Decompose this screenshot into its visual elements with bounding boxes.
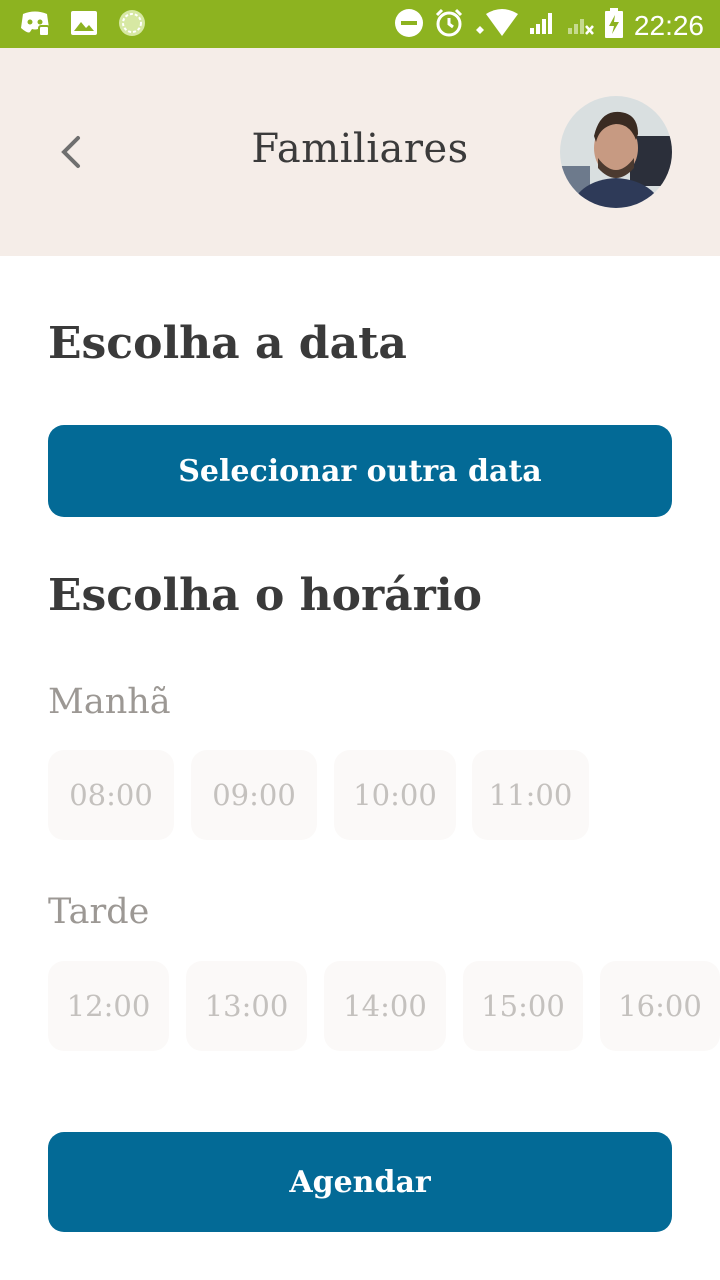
schedule-button[interactable]: Agendar <box>48 1132 672 1232</box>
time-slot-0900[interactable]: 09:00 <box>191 750 317 840</box>
time-slot-1600[interactable]: 16:00 <box>600 961 720 1051</box>
signal-icon <box>528 10 556 41</box>
morning-label: Manhã <box>48 682 171 722</box>
time-slot-1300[interactable]: 13:00 <box>186 961 307 1051</box>
app-icon <box>118 9 146 42</box>
afternoon-label: Tarde <box>48 892 150 932</box>
status-time: 22:26 <box>633 9 704 41</box>
status-bar: 22:26 <box>0 0 720 48</box>
user-photo-icon <box>560 96 672 208</box>
time-slot-1200[interactable]: 12:00 <box>48 961 169 1051</box>
time-slot-1500[interactable]: 15:00 <box>463 961 583 1051</box>
time-heading: Escolha o horário <box>48 570 482 621</box>
discord-icon <box>20 10 50 41</box>
morning-slots: 08:00 09:00 10:00 11:00 <box>48 750 589 840</box>
time-slot-1000[interactable]: 10:00 <box>334 750 456 840</box>
dnd-icon <box>394 8 424 43</box>
date-heading: Escolha a data <box>48 318 407 369</box>
app-header: Familiares <box>0 48 720 256</box>
wifi-icon <box>474 8 518 43</box>
select-date-button[interactable]: Selecionar outra data <box>48 425 672 517</box>
battery-charging-icon <box>604 8 624 43</box>
signal-off-icon <box>566 10 594 41</box>
time-slot-1100[interactable]: 11:00 <box>472 750 589 840</box>
gallery-icon <box>70 10 98 41</box>
afternoon-slots: 12:00 13:00 14:00 15:00 16:00 <box>48 961 720 1051</box>
time-slot-1400[interactable]: 14:00 <box>324 961 446 1051</box>
avatar[interactable] <box>560 96 672 208</box>
alarm-icon <box>434 8 464 43</box>
time-slot-0800[interactable]: 08:00 <box>48 750 174 840</box>
